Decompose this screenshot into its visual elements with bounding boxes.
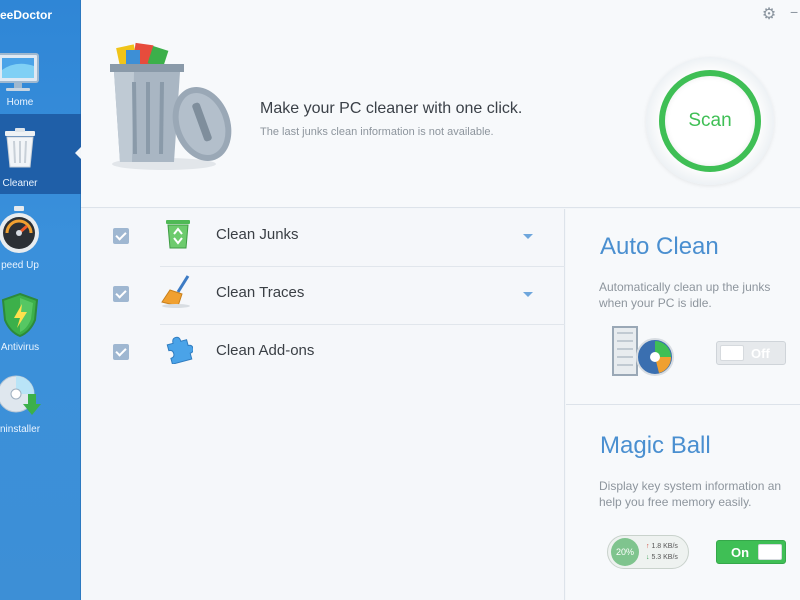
trash-can-icon <box>5 128 35 168</box>
row-divider <box>160 324 565 325</box>
sidebar-item-label: Cleaner <box>2 178 38 189</box>
magic-ball-description-line2: help you free memory easily. <box>599 495 752 509</box>
sidebar-item-uninstaller[interactable]: ninstaller <box>0 360 81 440</box>
recycle-bin-icon <box>166 220 190 249</box>
download-speed-value: 5.3 KB/s <box>651 554 678 561</box>
upload-arrow-icon: ↑ <box>646 543 650 550</box>
clean-traces-label[interactable]: Clean Traces <box>216 284 304 301</box>
scan-button[interactable]: Scan <box>659 70 761 172</box>
clean-addons-checkbox[interactable] <box>113 344 129 360</box>
speedometer-icon <box>0 206 39 253</box>
auto-clean-title: Auto Clean <box>600 233 719 260</box>
headline-text: Make your PC cleaner with one click. <box>260 100 523 117</box>
minimize-button[interactable]: − <box>790 4 800 20</box>
magic-ball-title: Magic Ball <box>600 432 711 459</box>
shield-icon <box>1 292 39 338</box>
clean-traces-checkbox[interactable] <box>113 286 129 302</box>
toggle-state-label: Off <box>751 346 770 361</box>
magic-ball-toggle[interactable]: On <box>716 540 786 564</box>
last-clean-info: The last junks clean information is not … <box>260 126 494 138</box>
auto-clean-description-line2: when your PC is idle. <box>599 296 712 310</box>
auto-clean-timer-icon <box>612 326 674 376</box>
clean-traces-dropdown-arrow[interactable] <box>523 292 533 297</box>
clean-items-panel <box>81 209 565 600</box>
sidebar-item-label: ninstaller <box>0 424 41 435</box>
sidebar-item-cleaner[interactable]: Cleaner <box>0 114 82 194</box>
monitor-icon <box>0 53 39 91</box>
disc-download-icon <box>0 375 41 415</box>
clean-addons-label[interactable]: Clean Add-ons <box>216 342 314 359</box>
sidebar-item-label: peed Up <box>1 260 39 271</box>
memory-usage-circle: 20% <box>611 538 639 566</box>
upload-speed: ↑ 1.8 KB/s <box>646 543 678 550</box>
sidebar-item-speed-up[interactable]: peed Up <box>0 196 81 276</box>
sidebar-item-antivirus[interactable]: Antivirus <box>0 278 81 358</box>
sidebar-item-label: Home <box>6 97 34 108</box>
sidebar-item-home[interactable]: Home <box>0 32 81 112</box>
toggle-knob <box>758 544 782 560</box>
clean-junks-label[interactable]: Clean Junks <box>216 226 299 243</box>
clean-junks-checkbox[interactable] <box>113 228 129 244</box>
trash-can-illustration-icon <box>110 42 232 170</box>
sidebar: eeDoctor Home Cleaner peed Up Antivirus … <box>0 0 82 600</box>
upload-speed-value: 1.8 KB/s <box>651 543 678 550</box>
row-divider <box>160 266 565 267</box>
settings-gear-icon[interactable]: ⚙ <box>760 6 778 24</box>
sidebar-item-label: Antivirus <box>0 342 40 353</box>
magic-ball-description-line1: Display key system information an <box>599 479 782 493</box>
app-title: eeDoctor <box>0 8 53 22</box>
broom-icon <box>161 275 190 308</box>
download-arrow-icon: ↓ <box>646 554 650 561</box>
download-speed: ↓ 5.3 KB/s <box>646 554 678 561</box>
auto-clean-toggle[interactable]: Off <box>716 341 786 365</box>
auto-clean-description-line1: Automatically clean up the junks <box>599 280 771 294</box>
panel-divider <box>566 404 800 405</box>
toggle-state-label: On <box>731 545 750 560</box>
puzzle-piece-icon <box>166 336 193 364</box>
toggle-knob <box>720 345 744 361</box>
clean-junks-dropdown-arrow[interactable] <box>523 234 533 239</box>
